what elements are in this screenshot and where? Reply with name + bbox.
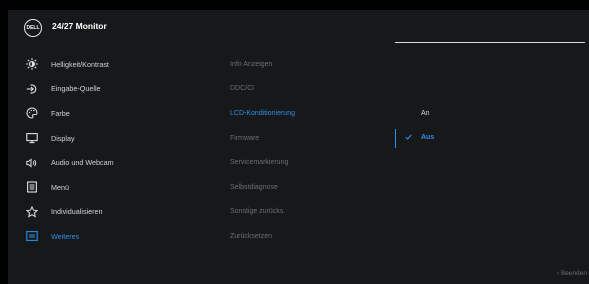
exit-label: Beenden xyxy=(560,270,587,277)
menu-item-input-source[interactable]: Eingabe-Quelle xyxy=(8,77,208,102)
option-label: An xyxy=(421,109,430,117)
monitor-title: 24/27 Monitor xyxy=(52,21,107,31)
submenu-item-ddc-ci[interactable]: DDC/CI xyxy=(230,77,390,102)
menu-item-label: Audio und Webcam xyxy=(51,158,114,168)
osd-header: DELL 24/27 Monitor xyxy=(8,10,589,44)
option-list: An Aus xyxy=(395,101,585,150)
audio-icon xyxy=(26,157,38,169)
option-off[interactable]: Aus xyxy=(395,126,585,151)
submenu-item-factory-reset[interactable]: Zurücksetzen xyxy=(230,224,390,249)
menu-icon xyxy=(26,181,38,193)
menu-item-label: Helligkeit/Kontrast xyxy=(51,59,109,69)
display-icon xyxy=(26,132,38,144)
menu-item-label: Display xyxy=(51,133,75,143)
star-icon xyxy=(26,205,38,218)
header-divider xyxy=(395,42,585,43)
monitor-osd: DELL 24/27 Monitor Helligkeit/Kontrast E… xyxy=(8,10,589,284)
submenu-item-service-tag[interactable]: Servicemarkierung xyxy=(230,150,390,175)
color-icon xyxy=(26,107,38,119)
submenu-item-display-info[interactable]: Info Anzeigen xyxy=(230,52,390,77)
submenu-item-self-diagnostic[interactable]: Selbstdiagnose xyxy=(230,175,390,200)
option-on[interactable]: An xyxy=(395,101,585,126)
menu-item-label: Eingabe-Quelle xyxy=(51,84,101,94)
menu-item-label: Menü xyxy=(51,182,69,192)
dell-logo: DELL xyxy=(24,19,42,37)
option-label: Aus xyxy=(421,134,435,142)
check-icon xyxy=(405,134,412,142)
menu-item-label: Individualisieren xyxy=(51,207,103,217)
brightness-icon xyxy=(26,58,38,71)
menu-item-menu[interactable]: Menü xyxy=(8,175,208,200)
main-menu: Helligkeit/Kontrast Eingabe-Quelle Farbe… xyxy=(8,52,208,249)
menu-item-others[interactable]: Weiteres xyxy=(8,224,208,249)
submenu-item-firmware[interactable]: Firmware xyxy=(230,126,390,151)
menu-item-color[interactable]: Farbe xyxy=(8,101,208,126)
menu-item-label: Weiteres xyxy=(51,231,80,241)
menu-item-brightness-contrast[interactable]: Helligkeit/Kontrast xyxy=(8,52,208,77)
submenu: Info Anzeigen DDC/CI LCD-Konditionierung… xyxy=(230,52,390,249)
others-icon xyxy=(26,230,38,242)
selection-indicator xyxy=(395,128,396,148)
menu-item-display[interactable]: Display xyxy=(8,126,208,151)
input-source-icon xyxy=(26,83,38,95)
menu-item-personalize[interactable]: Individualisieren xyxy=(8,200,208,225)
menu-item-audio-webcam[interactable]: Audio und Webcam xyxy=(8,150,208,175)
submenu-item-other-reset[interactable]: Sonstige zurücks. xyxy=(230,200,390,225)
exit-button[interactable]: ‹ Beenden xyxy=(557,270,587,277)
submenu-item-lcd-conditioning[interactable]: LCD-Konditionierung xyxy=(230,101,390,126)
menu-item-label: Farbe xyxy=(51,108,70,118)
chevron-left-icon: ‹ xyxy=(556,270,560,277)
